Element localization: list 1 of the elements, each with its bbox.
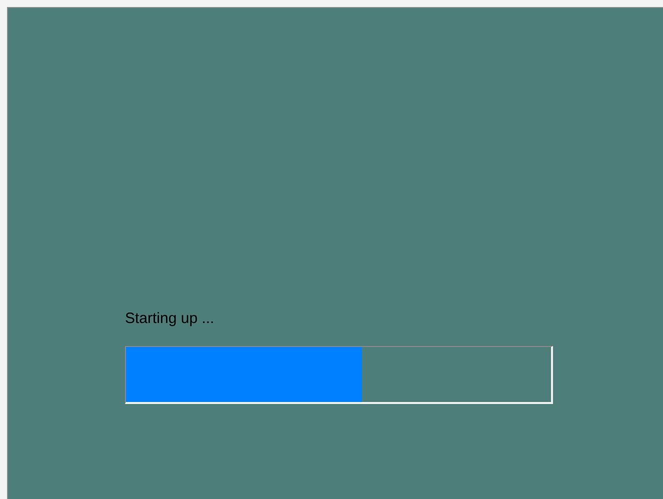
status-text: Starting up ... xyxy=(125,310,214,328)
